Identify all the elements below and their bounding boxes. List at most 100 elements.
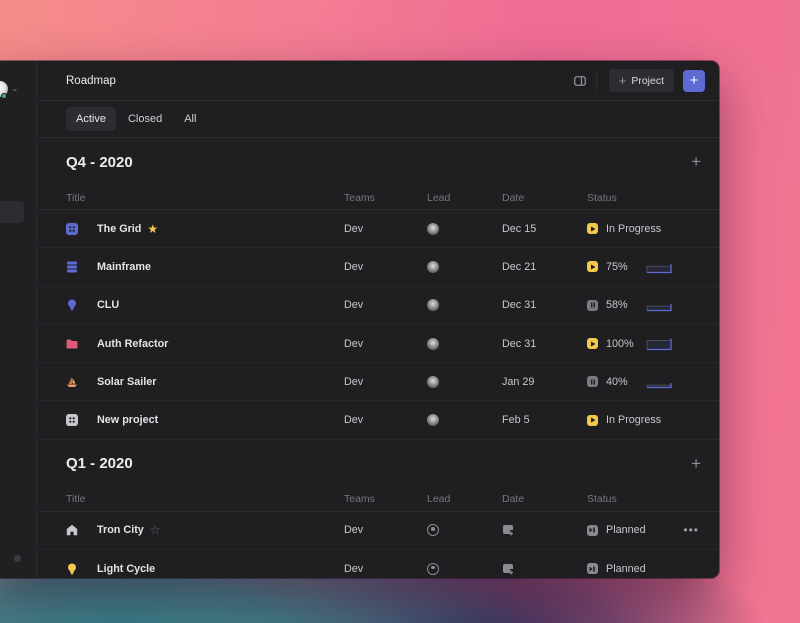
calendar-add-icon[interactable] — [502, 563, 514, 575]
add-project-button[interactable]: + Project — [608, 69, 674, 92]
progress-fill — [647, 384, 671, 388]
progress-fill — [647, 306, 671, 311]
status-text: 75% — [606, 260, 628, 273]
favorite-star-icon[interactable]: ☆ — [150, 524, 161, 536]
project-team[interactable]: Dev — [344, 563, 427, 575]
table-row[interactable]: Solar Sailer Dev Jan 29 40% — [38, 363, 719, 402]
status-text: 100% — [606, 337, 634, 350]
project-name[interactable]: CLU — [97, 299, 119, 311]
target-date[interactable]: Dec 15 — [502, 223, 536, 235]
lead-avatar[interactable] — [427, 337, 439, 350]
project-status[interactable]: 40% — [587, 375, 719, 389]
more-options-icon[interactable]: ••• — [683, 523, 699, 537]
status-planned-icon — [587, 563, 598, 575]
target-date[interactable]: Feb 5 — [502, 414, 530, 426]
column-status[interactable]: Status — [587, 192, 719, 204]
table-row[interactable]: The Grid ★ Dev Dec 15 In Progress — [38, 210, 719, 249]
column-teams[interactable]: Teams — [344, 192, 427, 204]
project-status[interactable]: 75% — [587, 260, 719, 274]
tab-all[interactable]: All — [174, 107, 206, 131]
column-teams[interactable]: Teams — [344, 493, 427, 505]
status-text: 40% — [606, 375, 628, 388]
project-status[interactable]: In Progress — [587, 414, 719, 426]
roadmap-section: Q4 - 2020 + Title Teams Lead Date Status… — [38, 138, 719, 440]
column-title[interactable]: Title — [38, 493, 344, 505]
sidebar-item-active[interactable] — [0, 201, 24, 223]
column-lead[interactable]: Lead — [427, 192, 502, 204]
roadmap-section: Q1 - 2020 + Title Teams Lead Date Status… — [38, 440, 719, 578]
target-date[interactable]: Jan 29 — [502, 376, 534, 388]
project-team[interactable]: Dev — [344, 524, 427, 536]
table-row[interactable]: CLU Dev Dec 31 58% — [38, 287, 719, 325]
status-play-icon — [587, 223, 598, 235]
sailboat-icon — [66, 376, 78, 388]
tab-closed[interactable]: Closed — [118, 107, 172, 131]
lead-avatar[interactable] — [427, 375, 439, 388]
add-project-to-section-icon[interactable]: + — [691, 152, 701, 172]
sidebar: ⌄ — [0, 61, 37, 578]
status-play-icon — [587, 414, 598, 426]
progress-fill — [647, 340, 671, 350]
project-team[interactable]: Dev — [344, 299, 427, 311]
add-project-to-section-icon[interactable]: + — [691, 454, 701, 474]
target-date[interactable]: Dec 31 — [502, 338, 536, 350]
section-title: Q1 - 2020 — [66, 455, 133, 473]
chevron-down-icon[interactable]: ⌄ — [11, 83, 19, 94]
table-row[interactable]: Mainframe Dev Dec 21 75% — [38, 248, 719, 287]
divider — [595, 70, 597, 91]
project-team[interactable]: Dev — [344, 223, 427, 235]
project-team[interactable]: Dev — [344, 338, 427, 350]
column-lead[interactable]: Lead — [427, 493, 502, 505]
project-status[interactable]: 100% — [587, 337, 719, 351]
roadmap-sections: Q4 - 2020 + Title Teams Lead Date Status… — [38, 138, 719, 578]
project-status[interactable]: In Progress — [587, 223, 719, 235]
lead-avatar[interactable] — [427, 299, 439, 312]
project-name[interactable]: Light Cycle — [97, 563, 155, 575]
column-title[interactable]: Title — [38, 192, 344, 204]
project-status[interactable]: Planned — [587, 563, 719, 575]
column-date[interactable]: Date — [502, 192, 587, 204]
status-text: 58% — [606, 299, 628, 312]
project-name[interactable]: Solar Sailer — [97, 376, 156, 388]
column-date[interactable]: Date — [502, 493, 587, 505]
sidebar-panel-icon[interactable] — [573, 75, 586, 86]
table-row[interactable]: Tron City ☆ Dev Planned ••• — [38, 512, 719, 551]
target-date[interactable]: Dec 31 — [502, 299, 536, 311]
main-panel: Roadmap + Project + Active Closed All Q4… — [38, 61, 719, 578]
grid-icon — [66, 414, 78, 427]
column-status[interactable]: Status — [587, 493, 719, 505]
status-badge — [1, 93, 7, 99]
lead-avatar[interactable] — [427, 414, 439, 427]
tab-active[interactable]: Active — [66, 107, 116, 131]
folder-icon — [66, 338, 78, 350]
project-name[interactable]: Mainframe — [97, 261, 151, 273]
lead-avatar[interactable] — [427, 260, 439, 273]
table-row[interactable]: Light Cycle Dev Planned — [38, 550, 719, 578]
project-team[interactable]: Dev — [344, 261, 427, 273]
lead-avatar[interactable] — [427, 222, 439, 235]
project-status[interactable]: Planned ••• — [587, 523, 719, 537]
assign-lead-icon[interactable] — [427, 562, 439, 575]
project-team[interactable]: Dev — [344, 376, 427, 388]
progress-chart — [646, 264, 672, 274]
status-pause-icon — [587, 376, 598, 388]
bulb-icon — [66, 299, 78, 311]
table-row[interactable]: Auth Refactor Dev Dec 31 100% — [38, 325, 719, 364]
table-row[interactable]: New project Dev Feb 5 In Progress — [38, 401, 719, 440]
favorite-star-icon[interactable]: ★ — [147, 223, 158, 235]
project-name[interactable]: New project — [97, 414, 158, 426]
plus-icon: + — [689, 72, 699, 89]
new-item-button[interactable]: + — [683, 69, 705, 92]
project-team[interactable]: Dev — [344, 414, 427, 426]
plus-icon: + — [618, 73, 627, 88]
project-name[interactable]: The Grid — [97, 223, 141, 235]
project-name[interactable]: Auth Refactor — [97, 338, 168, 350]
help-icon[interactable] — [14, 555, 21, 562]
assign-lead-icon[interactable] — [427, 524, 439, 537]
target-date[interactable]: Dec 21 — [502, 261, 536, 273]
status-play-icon — [587, 338, 598, 350]
project-status[interactable]: 58% — [587, 298, 719, 312]
calendar-add-icon[interactable] — [502, 524, 514, 536]
project-name[interactable]: Tron City — [97, 524, 144, 536]
progress-chart — [646, 338, 672, 350]
